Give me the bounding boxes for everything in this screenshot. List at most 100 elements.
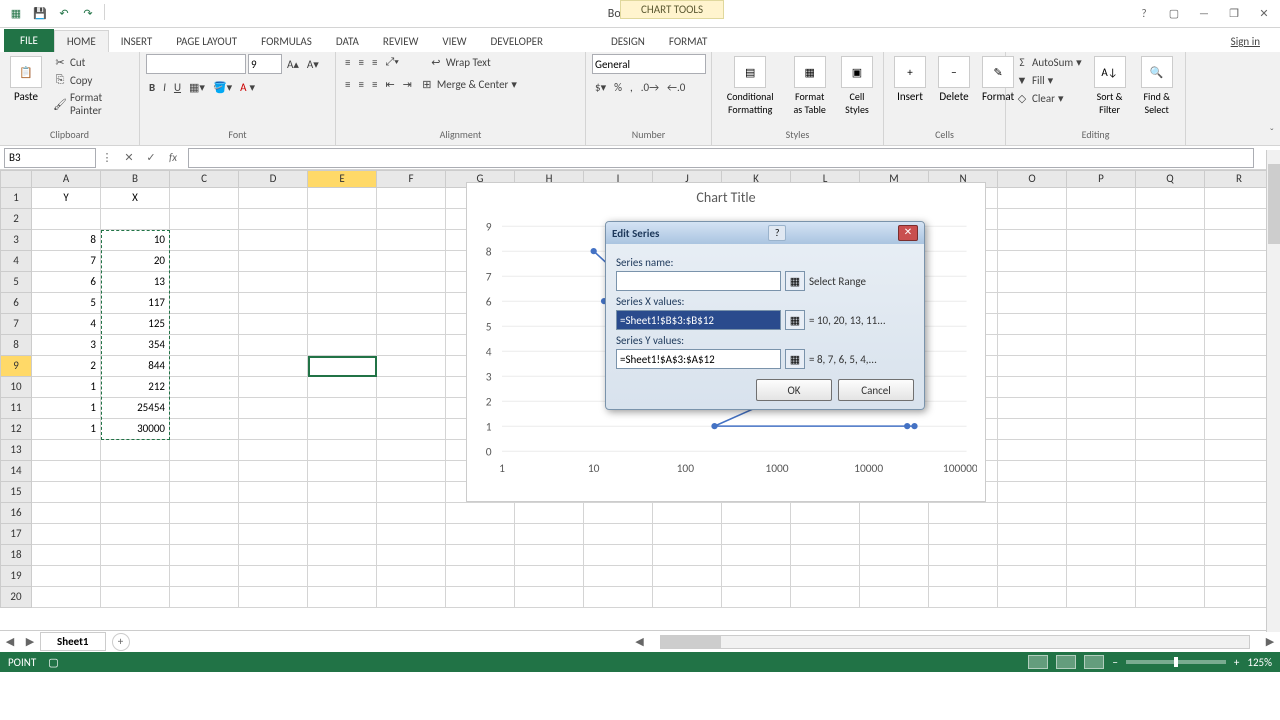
cell-A15[interactable] <box>32 482 101 503</box>
col-header-R[interactable]: R <box>1205 170 1274 188</box>
row-header-1[interactable]: 1 <box>0 188 32 209</box>
cell-R16[interactable] <box>1205 503 1274 524</box>
cell-D13[interactable] <box>239 440 308 461</box>
cell-J16[interactable] <box>653 503 722 524</box>
col-header-Q[interactable]: Q <box>1136 170 1205 188</box>
increase-indent-button[interactable]: ⇥ <box>400 77 415 92</box>
cell-P14[interactable] <box>1067 461 1136 482</box>
decrease-indent-button[interactable]: ⇤ <box>382 77 397 92</box>
row-header-7[interactable]: 7 <box>0 314 32 335</box>
cell-N16[interactable] <box>929 503 998 524</box>
font-color-button[interactable]: A▾ <box>237 80 258 95</box>
cell-D4[interactable] <box>239 251 308 272</box>
cell-N20[interactable] <box>929 587 998 608</box>
cell-F2[interactable] <box>377 209 446 230</box>
cell-F17[interactable] <box>377 524 446 545</box>
cell-K18[interactable] <box>722 545 791 566</box>
cell-P4[interactable] <box>1067 251 1136 272</box>
cell-Q4[interactable] <box>1136 251 1205 272</box>
decrease-decimal-button[interactable]: ←.0 <box>664 80 688 95</box>
cell-D9[interactable] <box>239 356 308 377</box>
cell-B13[interactable] <box>101 440 170 461</box>
cell-F9[interactable] <box>377 356 446 377</box>
cell-P1[interactable] <box>1067 188 1136 209</box>
col-header-B[interactable]: B <box>101 170 170 188</box>
cell-D15[interactable] <box>239 482 308 503</box>
bold-button[interactable]: B <box>146 80 158 95</box>
cell-A12[interactable]: 1 <box>32 419 101 440</box>
col-header-F[interactable]: F <box>377 170 446 188</box>
row-header-16[interactable]: 16 <box>0 503 32 524</box>
col-header-D[interactable]: D <box>239 170 308 188</box>
cell-E4[interactable] <box>308 251 377 272</box>
series-name-input[interactable] <box>616 271 781 291</box>
cell-O4[interactable] <box>998 251 1067 272</box>
cell-F4[interactable] <box>377 251 446 272</box>
cell-A13[interactable] <box>32 440 101 461</box>
series-x-input[interactable] <box>616 310 781 330</box>
page-break-view-button[interactable] <box>1084 655 1104 669</box>
cell-A8[interactable]: 3 <box>32 335 101 356</box>
cell-A5[interactable]: 6 <box>32 272 101 293</box>
cell-E18[interactable] <box>308 545 377 566</box>
cell-R1[interactable] <box>1205 188 1274 209</box>
cell-E17[interactable] <box>308 524 377 545</box>
cell-B19[interactable] <box>101 566 170 587</box>
cell-P11[interactable] <box>1067 398 1136 419</box>
cell-A9[interactable]: 2 <box>32 356 101 377</box>
cell-I17[interactable] <box>584 524 653 545</box>
delete-cells-button[interactable]: −Delete <box>934 54 974 105</box>
cell-H20[interactable] <box>515 587 584 608</box>
cell-C7[interactable] <box>170 314 239 335</box>
cell-F10[interactable] <box>377 377 446 398</box>
row-header-20[interactable]: 20 <box>0 587 32 608</box>
cell-P17[interactable] <box>1067 524 1136 545</box>
cell-E15[interactable] <box>308 482 377 503</box>
cell-B16[interactable] <box>101 503 170 524</box>
redo-icon[interactable]: ↷ <box>78 4 98 24</box>
cell-M16[interactable] <box>860 503 929 524</box>
cell-P9[interactable] <box>1067 356 1136 377</box>
cell-E20[interactable] <box>308 587 377 608</box>
cell-O14[interactable] <box>998 461 1067 482</box>
percent-button[interactable]: % <box>611 80 625 95</box>
tab-file[interactable]: FILE <box>4 29 54 52</box>
cell-R9[interactable] <box>1205 356 1274 377</box>
cell-M18[interactable] <box>860 545 929 566</box>
cell-P20[interactable] <box>1067 587 1136 608</box>
fill-color-button[interactable]: 🪣▾ <box>210 80 235 95</box>
insert-cells-button[interactable]: +Insert <box>890 54 930 105</box>
cell-A10[interactable]: 1 <box>32 377 101 398</box>
row-header-5[interactable]: 5 <box>0 272 32 293</box>
cell-O16[interactable] <box>998 503 1067 524</box>
cell-F1[interactable] <box>377 188 446 209</box>
cell-A14[interactable] <box>32 461 101 482</box>
series-x-range-button[interactable]: ▦ <box>785 310 805 330</box>
align-top-button[interactable]: ≡ <box>342 55 353 70</box>
cell-L17[interactable] <box>791 524 860 545</box>
cell-C10[interactable] <box>170 377 239 398</box>
cell-F8[interactable] <box>377 335 446 356</box>
align-middle-button[interactable]: ≡ <box>355 55 366 70</box>
cell-Q16[interactable] <box>1136 503 1205 524</box>
row-header-10[interactable]: 10 <box>0 377 32 398</box>
cell-R7[interactable] <box>1205 314 1274 335</box>
cell-Q9[interactable] <box>1136 356 1205 377</box>
cell-O8[interactable] <box>998 335 1067 356</box>
cell-F5[interactable] <box>377 272 446 293</box>
save-icon[interactable]: 💾 <box>30 4 50 24</box>
cell-I18[interactable] <box>584 545 653 566</box>
cell-F13[interactable] <box>377 440 446 461</box>
cell-A7[interactable]: 4 <box>32 314 101 335</box>
zoom-slider[interactable] <box>1126 660 1226 664</box>
cell-P19[interactable] <box>1067 566 1136 587</box>
row-header-8[interactable]: 8 <box>0 335 32 356</box>
zoom-level[interactable]: 125% <box>1247 656 1272 669</box>
cell-J19[interactable] <box>653 566 722 587</box>
format-painter-button[interactable]: 🖌Format Painter <box>50 90 133 118</box>
cell-I20[interactable] <box>584 587 653 608</box>
row-header-3[interactable]: 3 <box>0 230 32 251</box>
cell-P16[interactable] <box>1067 503 1136 524</box>
tab-format[interactable]: FORMAT <box>657 31 719 52</box>
cell-O2[interactable] <box>998 209 1067 230</box>
